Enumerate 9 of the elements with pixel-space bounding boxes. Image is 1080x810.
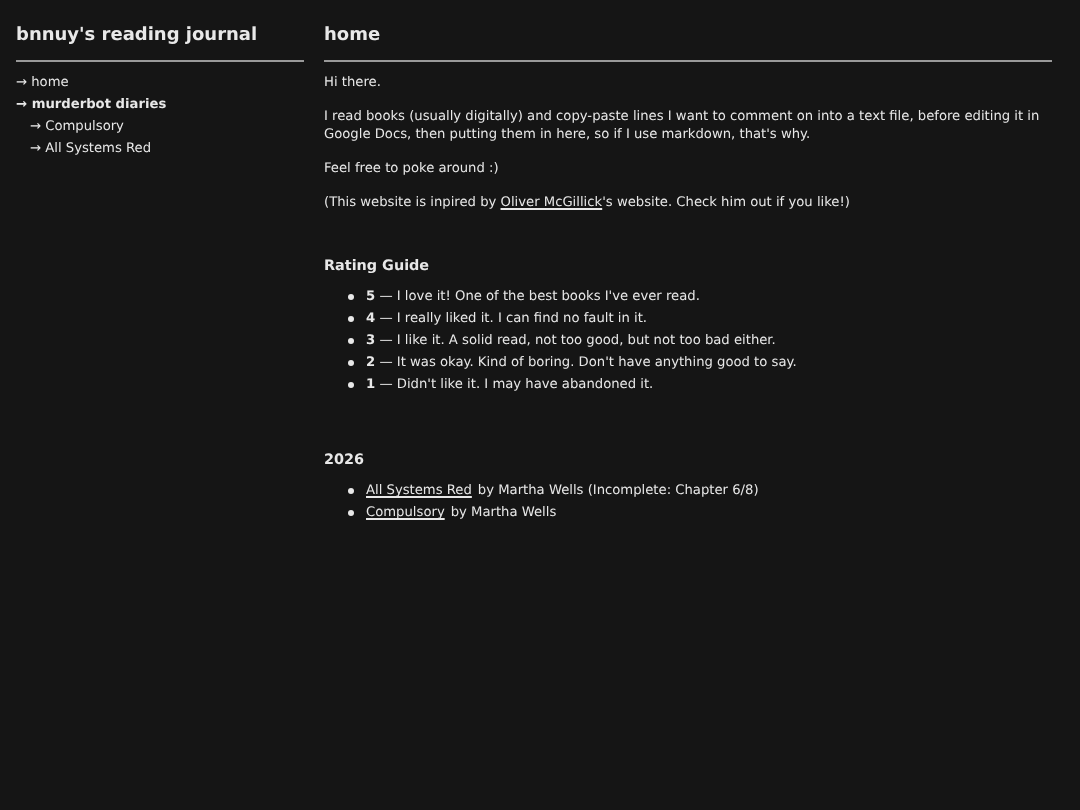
bullet-icon (348, 294, 354, 301)
bullet-icon (348, 510, 354, 517)
page-title: home (324, 20, 1052, 63)
bullet-icon (348, 338, 354, 345)
bullet-icon (348, 316, 354, 323)
bullet-icon (348, 381, 354, 388)
bullet-icon (348, 359, 354, 366)
site-title: bnnuy's reading journal (16, 20, 304, 63)
bullet-icon (348, 488, 354, 495)
